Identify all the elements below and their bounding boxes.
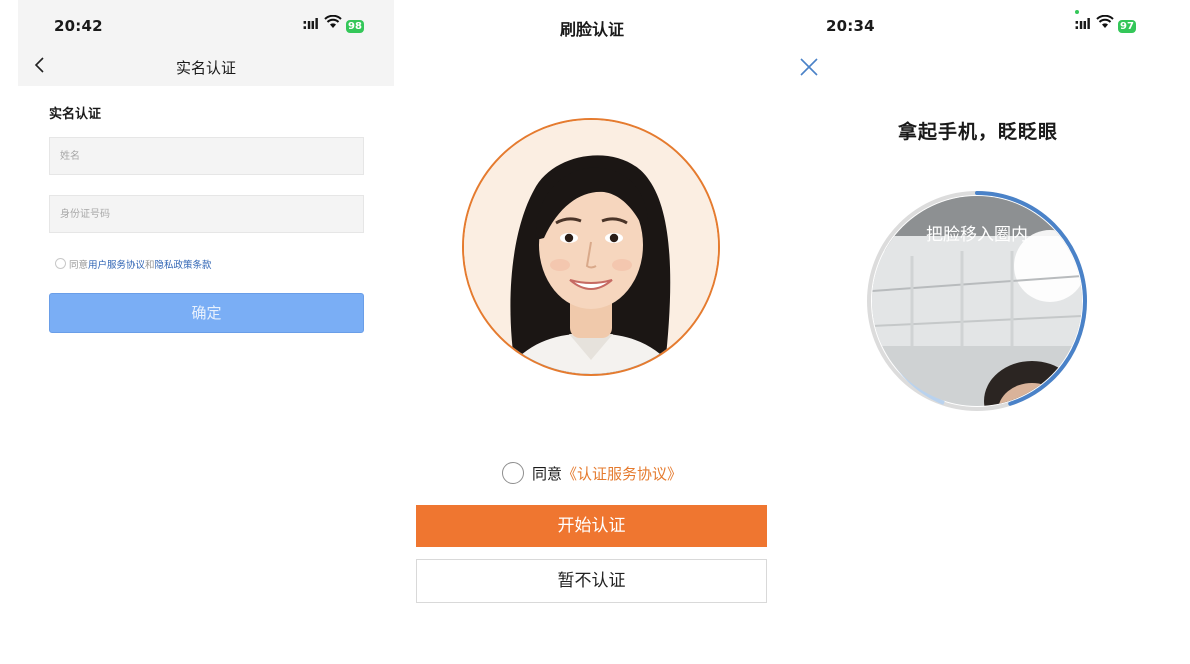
agree-prefix: 同意 bbox=[532, 465, 563, 483]
real-name-form-screen: 20:42 :ııl 98 实名认证 实名认证 同意用户服务协议和隐私政策条款 … bbox=[18, 0, 394, 664]
confirm-button[interactable]: 确定 bbox=[49, 293, 364, 333]
agreement-row: 同意《认证服务协议》 bbox=[502, 462, 682, 484]
camera-hint: 把脸移入圈内 bbox=[926, 225, 1028, 245]
agree-radio[interactable] bbox=[55, 258, 66, 269]
status-time: 20:34 bbox=[826, 17, 875, 35]
id-number-input[interactable] bbox=[49, 195, 364, 233]
nav-title: 实名认证 bbox=[175, 59, 236, 77]
privacy-policy-link[interactable]: 隐私政策条款 bbox=[155, 260, 212, 271]
mic-indicator-icon bbox=[1075, 10, 1079, 14]
face-verify-intro-screen: 刷脸认证 同意《认证服务协议》 开始认证 暂不认证 bbox=[404, 0, 780, 664]
agreement-row: 同意用户服务协议和隐私政策条款 bbox=[55, 257, 212, 271]
agree-and: 和 bbox=[145, 260, 155, 271]
battery-icon: 98 bbox=[346, 20, 364, 33]
status-bar: 20:42 :ııl 98 bbox=[18, 0, 394, 48]
skip-verification-button[interactable]: 暂不认证 bbox=[416, 559, 767, 603]
signal-icon: :ııl bbox=[1074, 17, 1091, 33]
wifi-icon bbox=[324, 15, 342, 28]
start-verification-button[interactable]: 开始认证 bbox=[416, 505, 767, 547]
auth-agreement-link[interactable]: 《认证服务协议》 bbox=[562, 465, 682, 483]
face-scan-screen: 20:34 :ııl 97 拿起手机，眨眨眼 把脸移入圈内 bbox=[790, 0, 1166, 664]
page-title: 刷脸认证 bbox=[559, 20, 624, 39]
agree-prefix: 同意 bbox=[69, 260, 89, 271]
status-bar: 20:34 :ııl 97 bbox=[790, 0, 1166, 48]
section-title: 实名认证 bbox=[49, 107, 102, 122]
camera-preview-frame: 把脸移入圈内 bbox=[864, 188, 1090, 414]
scan-prompt: 拿起手机，眨眨眼 bbox=[897, 121, 1058, 143]
battery-icon: 97 bbox=[1118, 20, 1136, 33]
agree-radio[interactable] bbox=[502, 462, 524, 484]
face-illustration bbox=[462, 118, 720, 376]
signal-icon: :ııl bbox=[302, 17, 319, 33]
wifi-icon bbox=[1096, 15, 1114, 28]
close-icon[interactable] bbox=[798, 56, 820, 78]
name-input[interactable] bbox=[49, 137, 364, 175]
status-time: 20:42 bbox=[54, 17, 103, 35]
user-agreement-link[interactable]: 用户服务协议 bbox=[88, 260, 145, 271]
